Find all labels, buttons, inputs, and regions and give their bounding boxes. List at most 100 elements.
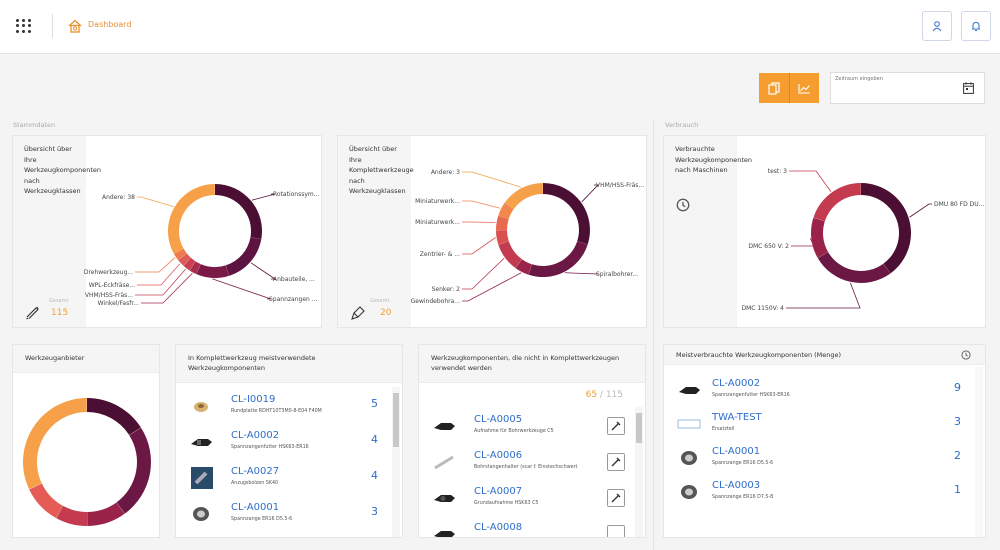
- slice-label: Spannzangen ...: [269, 296, 318, 303]
- donut-slice[interactable]: [811, 217, 829, 258]
- wrench-icon: [611, 457, 621, 467]
- slice-label: DMC 650 V: 2: [748, 243, 789, 250]
- collet-icon: [681, 451, 697, 465]
- list-item[interactable]: CL-A0001 Spannzange ER16 D5.5-6 2: [664, 441, 971, 477]
- apps-grid-icon[interactable]: [16, 19, 31, 33]
- usage-count: 5: [371, 397, 378, 410]
- list-item[interactable]: CL-A0002 Spannzangenfutter HSK63-ER16 4: [176, 425, 388, 461]
- section-label-stammdaten: Stammdaten: [13, 121, 56, 129]
- component-code[interactable]: CL-A0006: [474, 450, 522, 461]
- holder-icon: [679, 387, 700, 394]
- list-item[interactable]: CL-A0001 Spannzange ER16 D5.5-6 3: [176, 497, 388, 533]
- list-item[interactable]: CL-A0007 Grundaufnahme HSK63 C5: [419, 481, 631, 517]
- component-description: Bohrstangenhalter (scar f. Einstechschwe…: [474, 465, 578, 470]
- scrollbar[interactable]: [635, 407, 643, 537]
- donut-slice[interactable]: [225, 237, 262, 276]
- donut-slice[interactable]: [817, 252, 891, 283]
- slice-label: Spiralbohrer...: [596, 271, 638, 278]
- usage-count: 2: [954, 449, 961, 462]
- component-code[interactable]: CL-A0002: [231, 430, 279, 441]
- component-code[interactable]: CL-A0007: [474, 486, 522, 497]
- component-code[interactable]: CL-A0001: [231, 502, 279, 513]
- scrollbar[interactable]: [392, 387, 400, 537]
- date-range-input[interactable]: [835, 76, 955, 82]
- bar-icon: [434, 455, 454, 470]
- bell-icon: [972, 21, 980, 31]
- scrollbar-thumb[interactable]: [393, 393, 399, 447]
- component-code[interactable]: CL-A0005: [474, 414, 522, 425]
- label-leader-line: [789, 170, 832, 192]
- line-chart-icon: [798, 83, 810, 94]
- list-item[interactable]: CL-A0003 Spannzange ER16 D7.5-8 1: [664, 475, 971, 511]
- component-code[interactable]: CL-A0027: [231, 466, 279, 477]
- list-item[interactable]: CL-I0019 Rundplatte RDHT10T3M0-8-E04 F40…: [176, 389, 388, 425]
- card-complete-tool-classes: Übersicht über Ihre Komplettwerkzeuge na…: [337, 135, 647, 328]
- assemble-button[interactable]: [607, 453, 625, 471]
- notifications-button[interactable]: [961, 11, 991, 41]
- component-code[interactable]: TWA-TEST: [712, 412, 762, 423]
- list-item[interactable]: TWA-TEST Ersatzteil 3: [664, 407, 971, 443]
- component-code[interactable]: CL-A0001: [712, 446, 760, 457]
- donut-slice[interactable]: [168, 184, 215, 254]
- component-code[interactable]: CL-A0003: [712, 480, 760, 491]
- list-item[interactable]: CL-A0027 Anzugsbolzen SK40 4: [176, 461, 388, 497]
- list-item[interactable]: CL-A0002 Spannzangenfutter HSK63-ER16 9: [664, 373, 971, 409]
- slice-label: Miniaturwerk...: [415, 219, 460, 226]
- donut-slice[interactable]: [504, 183, 543, 209]
- donut-chart: [22, 398, 152, 526]
- donut-chart: VHM/HSS-Fräs... Spiralbohrer... Gewindeboh…: [411, 169, 645, 305]
- date-range-field[interactable]: [830, 72, 985, 104]
- panel-most-used-components: In Komplettwerkzeug meistverwendete Werk…: [175, 344, 403, 538]
- top-bar: Dashboard: [0, 0, 1000, 54]
- component-description: Spannzange ER16 D5.5-6: [231, 517, 293, 522]
- component-description: Rundplatte RDHT10T3M0-8-E04 F40M: [231, 409, 322, 414]
- slice-label: test: 3: [768, 168, 787, 175]
- card-consumed-by-machine: Verbrauchte Werkzeugkomponenten nach Mas…: [663, 135, 986, 328]
- list-item[interactable]: CL-A0008: [419, 517, 631, 537]
- label-leader-line: [462, 171, 522, 188]
- cards-view-button[interactable]: [759, 73, 789, 103]
- label-leader-line: [251, 193, 276, 201]
- assemble-button[interactable]: [607, 489, 625, 507]
- donut-slice[interactable]: [813, 183, 861, 222]
- usage-count: 4: [371, 469, 378, 482]
- list-item[interactable]: CL-A0006 Bohrstangenhalter (scar f. Eins…: [419, 445, 631, 481]
- wrench-icon: [611, 493, 621, 503]
- holder-icon: [191, 439, 212, 446]
- clock-icon[interactable]: [961, 350, 971, 360]
- label-leader-line: [909, 203, 932, 218]
- component-description: Aufnahme für Bohrwerkzeuge C5: [474, 429, 554, 434]
- donut-slice[interactable]: [87, 398, 141, 436]
- donut-slice[interactable]: [543, 183, 590, 245]
- chart-view-button[interactable]: [789, 73, 819, 103]
- section-label-verbrauch: Verbrauch: [665, 121, 699, 129]
- donut-slice[interactable]: [528, 241, 588, 277]
- donut-slice[interactable]: [116, 427, 152, 514]
- holder-icon: [434, 423, 455, 430]
- assemble-button[interactable]: [607, 525, 625, 537]
- component-code[interactable]: CL-A0008: [474, 522, 522, 533]
- slice-label: WPL-Eckfräse...: [89, 282, 135, 289]
- donut-slice[interactable]: [861, 183, 911, 274]
- donut-slice[interactable]: [87, 502, 125, 526]
- holder-icon: [434, 495, 455, 502]
- donut-slice[interactable]: [498, 241, 522, 269]
- panel-most-consumed-components: Meistverbrauchte Werkzeugkomponenten (Me…: [663, 344, 986, 538]
- scrollbar[interactable]: [975, 367, 983, 537]
- dashboard-home-icon[interactable]: [67, 18, 83, 34]
- assemble-button[interactable]: [607, 417, 625, 435]
- donut-slice[interactable]: [29, 483, 63, 519]
- donut-slice[interactable]: [215, 184, 262, 240]
- scrollbar-thumb[interactable]: [636, 413, 642, 443]
- component-code[interactable]: CL-A0002: [712, 378, 760, 389]
- user-button[interactable]: [922, 11, 952, 41]
- section-divider: [653, 121, 654, 550]
- donut-slice[interactable]: [196, 264, 229, 278]
- calendar-icon[interactable]: [963, 82, 974, 94]
- label-leader-line: [135, 268, 187, 296]
- donut-slice[interactable]: [22, 398, 87, 490]
- panel-title: In Komplettwerkzeug meistverwendete Werk…: [188, 354, 316, 372]
- component-code[interactable]: CL-I0019: [231, 394, 275, 405]
- list-item[interactable]: CL-A0005 Aufnahme für Bohrwerkzeuge C5: [419, 409, 631, 445]
- breadcrumb[interactable]: Dashboard: [88, 20, 131, 29]
